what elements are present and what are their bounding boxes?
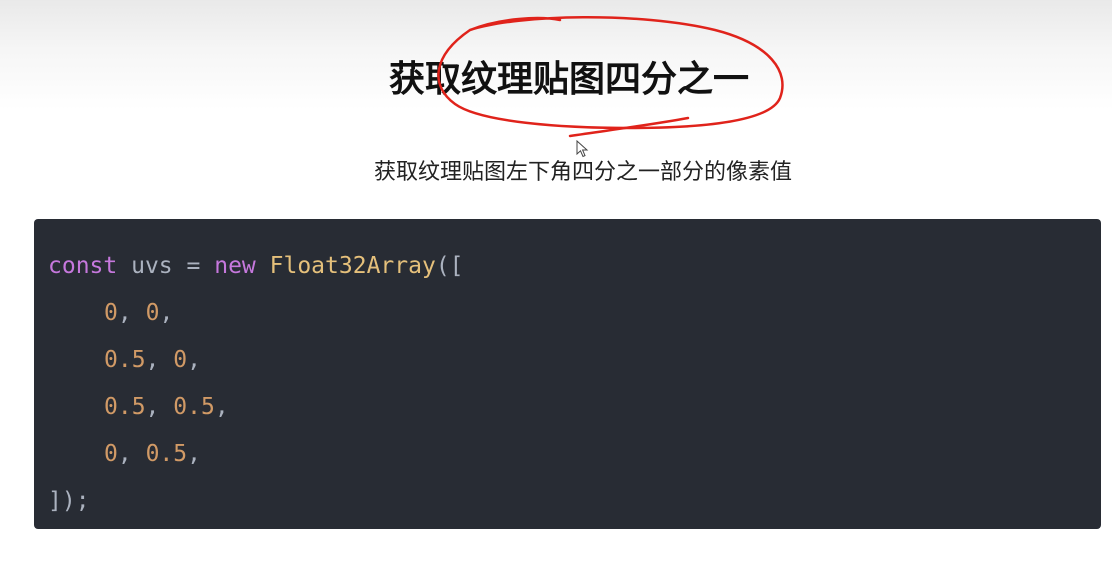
keyword-const: const (48, 253, 118, 279)
assignment-operator: = (186, 253, 201, 279)
number-value: 0.5 (104, 347, 146, 373)
code-block: const uvs = new Float32Array([ 0, 0, 0.5… (34, 219, 1101, 529)
comma: , (117, 300, 132, 326)
number-value: 0.5 (173, 394, 215, 420)
code-line-declaration: const uvs = new Float32Array([ (48, 243, 1087, 290)
comma: , (145, 347, 160, 373)
closing-brackets: ]); (48, 488, 90, 514)
code-line-closing: ]); (48, 478, 1087, 525)
comma: , (145, 394, 160, 420)
number-value: 0 (173, 347, 188, 373)
code-line-row: 0.5, 0, (48, 337, 1087, 384)
code-line-row: 0, 0, (48, 290, 1087, 337)
open-brackets: ([ (435, 253, 464, 279)
code-line-row: 0, 0.5, (48, 431, 1087, 478)
number-value: 0 (145, 300, 160, 326)
comma: , (214, 394, 229, 420)
number-value: 0 (104, 441, 118, 467)
comma: , (159, 300, 174, 326)
code-line-row: 0.5, 0.5, (48, 384, 1087, 431)
constructor-name: Float32Array (269, 253, 436, 279)
slide-page: 获取纹理贴图四分之一 获取纹理贴图左下角四分之一部分的像素值 const uvs… (0, 0, 1112, 572)
page-subtitle: 获取纹理贴图左下角四分之一部分的像素值 (373, 160, 792, 185)
number-value: 0 (104, 300, 118, 326)
comma: , (187, 441, 201, 467)
comma: , (187, 347, 201, 373)
variable-name: uvs (131, 253, 173, 279)
number-value: 0.5 (104, 394, 146, 420)
page-title: 获取纹理贴图四分之一 (388, 59, 749, 100)
comma: , (117, 441, 132, 467)
keyword-new: new (214, 253, 256, 279)
number-value: 0.5 (145, 441, 188, 467)
